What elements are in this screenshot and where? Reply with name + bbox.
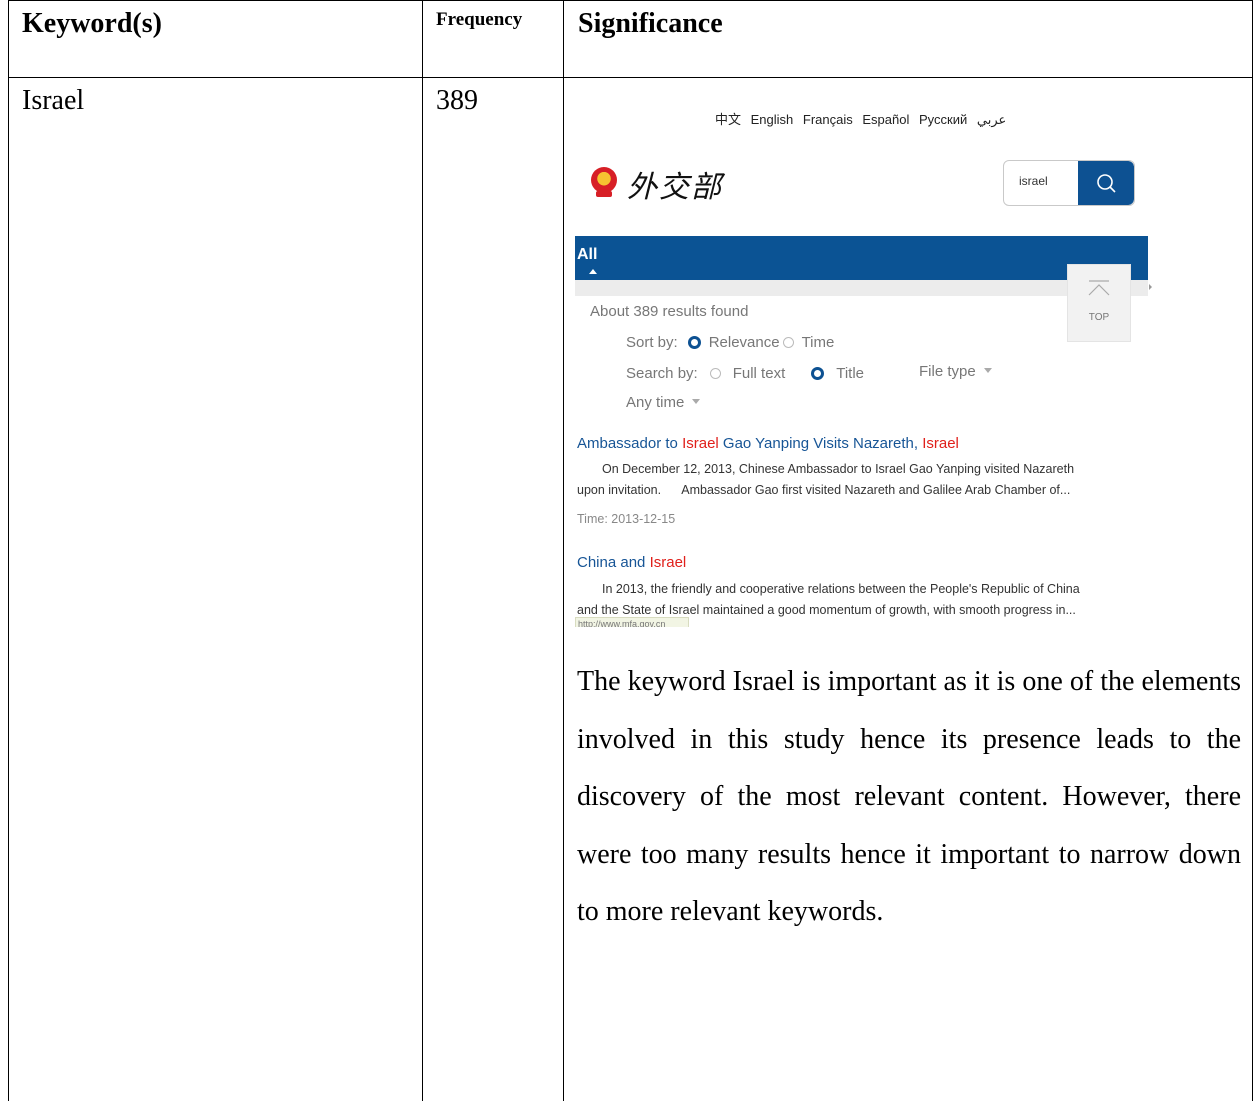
result-snippet: On December 12, 2013, Chinese Ambassador… bbox=[577, 462, 1075, 497]
result-title-link[interactable]: Ambassador to Israel Gao Yanping Visits … bbox=[577, 435, 959, 452]
file-type-dropdown[interactable]: File type bbox=[919, 363, 992, 380]
chevron-down-icon bbox=[692, 399, 701, 404]
embedded-search-screenshot: 中文 English Français Español Русский عربي… bbox=[567, 82, 1167, 627]
site-logo-text: 外交部 bbox=[627, 170, 723, 205]
top-label: TOP bbox=[1088, 312, 1110, 323]
header-row-divider bbox=[8, 77, 1253, 78]
searchby-full-label[interactable]: Full text bbox=[733, 365, 786, 382]
national-emblem-icon bbox=[591, 167, 617, 197]
any-time-dropdown[interactable]: Any time bbox=[626, 394, 701, 411]
tab-indicator-icon bbox=[589, 269, 597, 274]
language-switcher: 中文 English Français Español Русский عربي bbox=[715, 109, 1012, 128]
sort-time-label[interactable]: Time bbox=[802, 334, 835, 351]
search-input[interactable]: israel bbox=[1019, 174, 1048, 188]
column-divider-2 bbox=[563, 0, 564, 1101]
tab-all[interactable]: All bbox=[577, 246, 597, 264]
chevron-up-icon bbox=[1088, 280, 1110, 296]
any-time-label: Any time bbox=[626, 394, 685, 411]
lang-arabic[interactable]: عربي bbox=[977, 112, 1006, 127]
header-significance: Significance bbox=[578, 8, 723, 39]
keyword-cell: Israel bbox=[22, 85, 85, 116]
searchby-options: Search by: Full text Title bbox=[626, 365, 864, 382]
url-tooltip: http://www.mfa.gov.cn bbox=[575, 617, 689, 627]
search-button[interactable] bbox=[1078, 161, 1134, 205]
search-box[interactable]: israel bbox=[1003, 160, 1135, 206]
scroll-right-icon[interactable] bbox=[1149, 284, 1152, 290]
significance-text: The keyword Israel is important as it is… bbox=[577, 666, 1241, 927]
radio-full-text[interactable] bbox=[709, 368, 721, 379]
header-frequency: Frequency bbox=[436, 9, 523, 30]
category-tab-bar: All bbox=[575, 236, 1148, 280]
searchby-label: Search by: bbox=[626, 365, 698, 382]
search-icon bbox=[1097, 174, 1116, 193]
column-divider-1 bbox=[422, 0, 423, 1101]
result-time: Time: 2013-12-15 bbox=[577, 512, 676, 526]
lang-russian[interactable]: Русский bbox=[919, 112, 967, 127]
lang-english[interactable]: English bbox=[751, 112, 794, 127]
lang-chinese[interactable]: 中文 bbox=[715, 112, 741, 127]
searchby-title-label[interactable]: Title bbox=[836, 365, 864, 382]
lang-french[interactable]: Français bbox=[803, 112, 853, 127]
table-border-top bbox=[8, 0, 1253, 1]
table-border-left bbox=[8, 0, 9, 1101]
lang-spanish[interactable]: Español bbox=[862, 112, 909, 127]
radio-relevance[interactable] bbox=[687, 336, 701, 349]
header-keywords: Keyword(s) bbox=[22, 8, 162, 39]
sort-label: Sort by: bbox=[626, 334, 678, 351]
result-title-link[interactable]: China and Israel bbox=[577, 554, 686, 571]
back-to-top-button[interactable]: TOP bbox=[1067, 264, 1131, 342]
tab-subbar bbox=[575, 280, 1152, 296]
file-type-label: File type bbox=[919, 363, 976, 380]
frequency-cell: 389 bbox=[436, 85, 478, 116]
chevron-down-icon bbox=[983, 368, 992, 373]
radio-title[interactable] bbox=[811, 367, 825, 380]
sort-options: Sort by: Relevance Time bbox=[626, 334, 834, 351]
sort-relevance-label[interactable]: Relevance bbox=[709, 334, 780, 351]
radio-time[interactable] bbox=[782, 337, 794, 348]
results-count: About 389 results found bbox=[590, 303, 749, 320]
result-snippet: In 2013, the friendly and cooperative re… bbox=[577, 582, 1080, 617]
